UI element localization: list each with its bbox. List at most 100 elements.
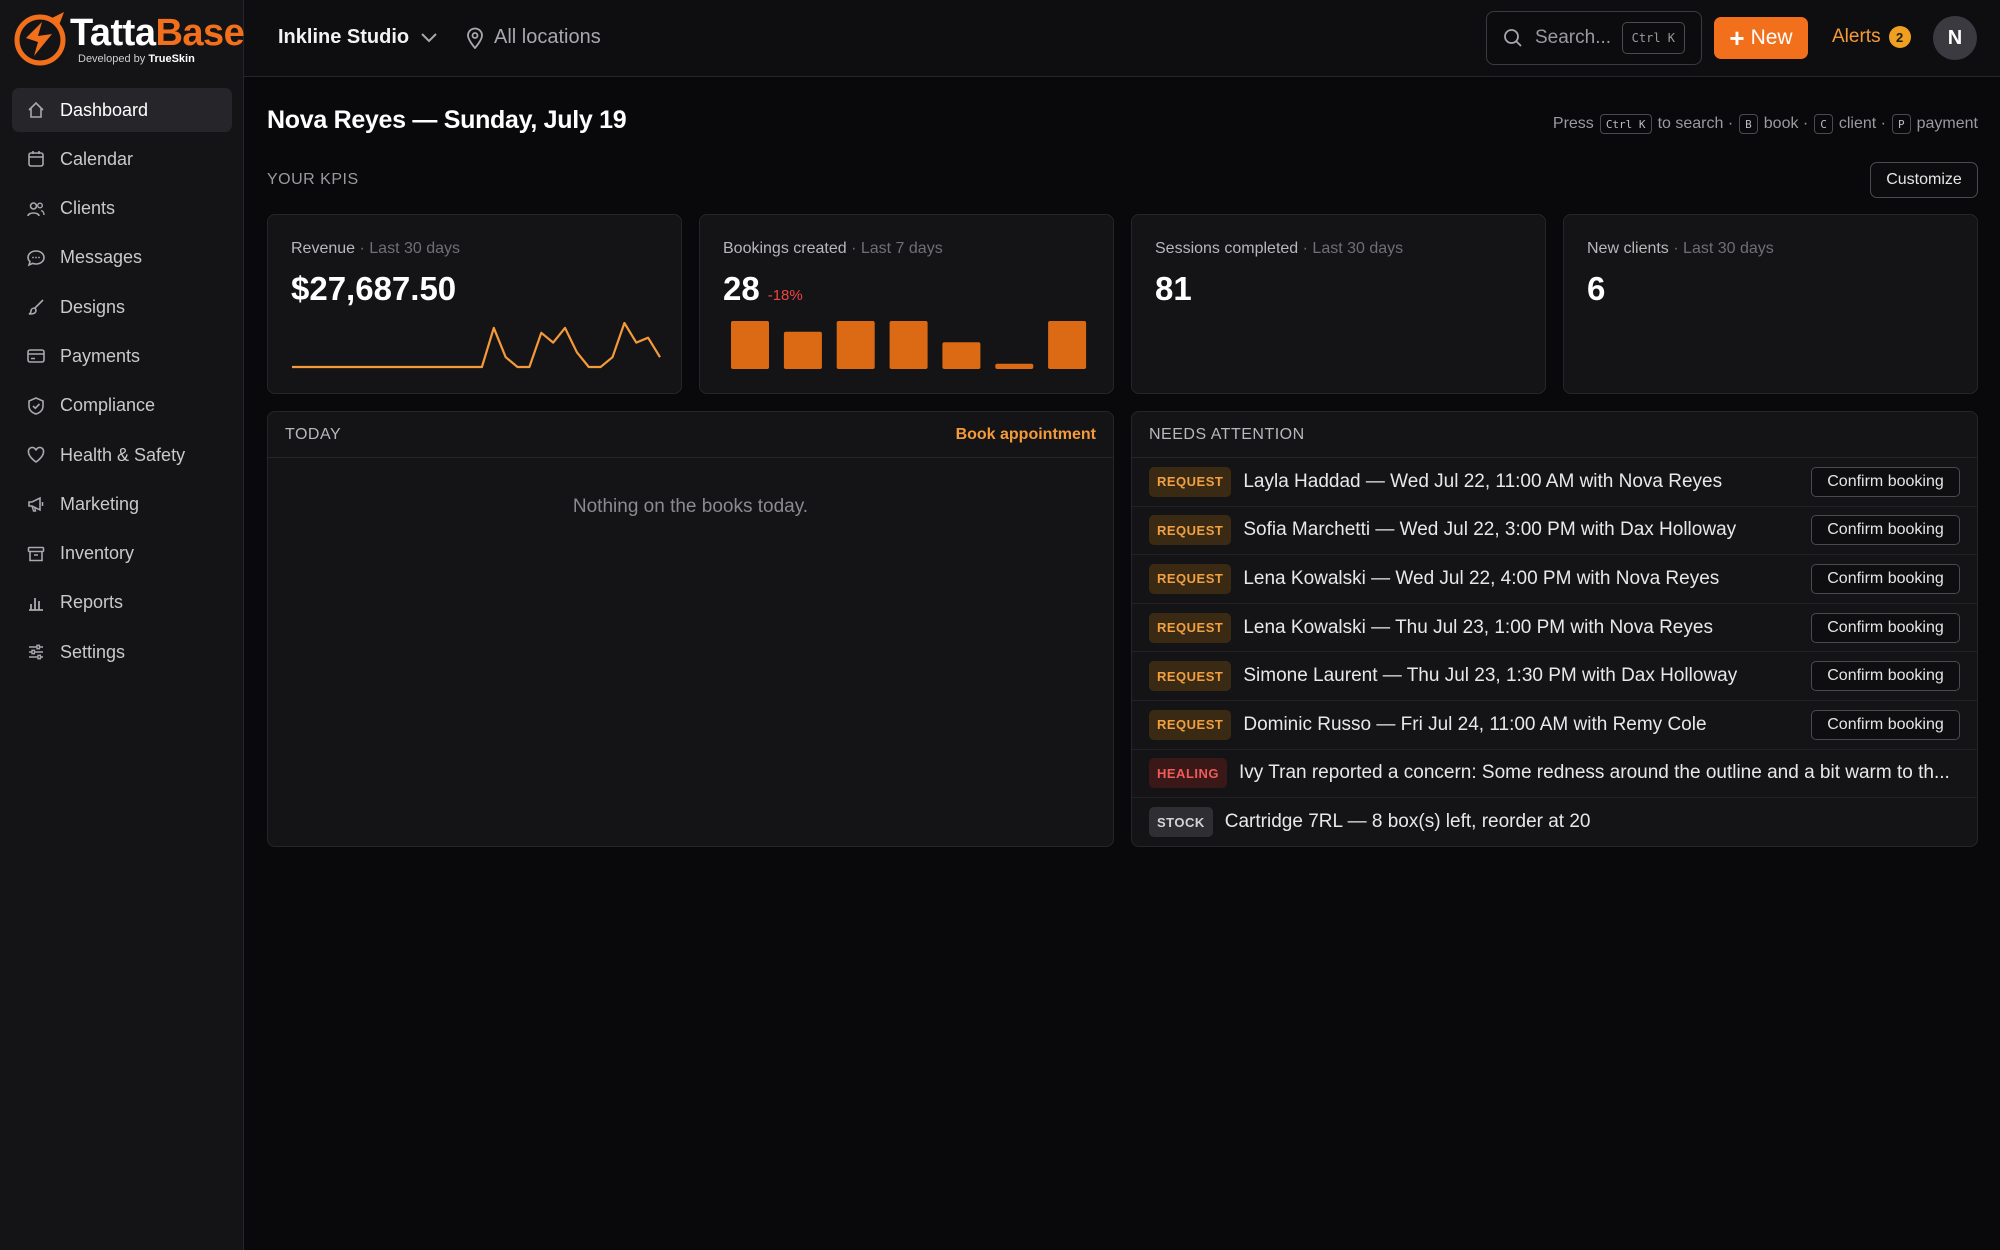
sidebar-item-health-safety[interactable]: Health & Safety	[12, 433, 232, 477]
kpi-label: New clients · Last 30 days	[1587, 240, 1774, 257]
attention-item-text: Ivy Tran reported a concern: Some rednes…	[1239, 762, 1950, 784]
attention-item[interactable]: REQUEST Simone Laurent — Thu Jul 23, 1:30…	[1132, 652, 1977, 701]
shortcut-text: payment	[1916, 115, 1978, 132]
locations-label: All locations	[494, 26, 601, 48]
sidebar: TattaBase Developed by TrueSkin Dashboar…	[0, 0, 245, 1250]
sidebar-item-clients[interactable]: Clients	[12, 187, 232, 231]
attention-title: NEEDS ATTENTION	[1149, 425, 1305, 443]
today-title: TODAY	[285, 425, 342, 443]
sidebar-nav: Dashboard Calendar Clients Messages Designs P…	[12, 88, 232, 680]
sidebar-item-label: Health & Safety	[60, 444, 186, 465]
search-shortcut-hint: Ctrl K	[1621, 22, 1685, 54]
shortcut-key: C	[1814, 114, 1833, 134]
search-placeholder: Search...	[1535, 27, 1612, 48]
attention-item-text: Dominic Russo — Fri Jul 24, 11:00 AM wit…	[1243, 713, 1707, 735]
kpis-section-label: YOUR KPIS	[267, 171, 359, 188]
alerts-button[interactable]: Alerts 2	[1832, 26, 1911, 48]
confirm-booking-button[interactable]: Confirm booking	[1811, 466, 1960, 497]
attention-item[interactable]: REQUEST Layla Haddad — Wed Jul 22, 11:00 …	[1132, 458, 1977, 507]
needs-attention-panel: NEEDS ATTENTION REQUEST Layla Haddad — We…	[1131, 411, 1978, 847]
booking-bar	[889, 321, 928, 369]
kpi-label: Revenue · Last 30 days	[291, 240, 460, 257]
confirm-booking-button[interactable]: Confirm booking	[1811, 612, 1960, 643]
kpi-label: Sessions completed · Last 30 days	[1155, 240, 1404, 257]
attention-item-text: Lena Kowalski — Thu Jul 23, 1:00 PM with…	[1243, 616, 1713, 638]
sidebar-item-dashboard[interactable]: Dashboard	[12, 88, 232, 132]
revenue-sparkline-line	[292, 321, 661, 369]
shield-icon	[28, 396, 44, 415]
home-icon	[28, 101, 44, 118]
attention-item[interactable]: STOCK Cartridge 7RL — 8 box(s) left, reor…	[1132, 798, 1977, 846]
booking-bar	[783, 331, 822, 369]
sidebar-item-label: Reports	[60, 592, 124, 613]
revenue-sparkline	[292, 321, 661, 369]
sidebar-item-reports[interactable]: Reports	[12, 581, 232, 625]
request-tag: REQUEST	[1149, 466, 1232, 497]
attention-item[interactable]: REQUEST Dominic Russo — Fri Jul 24, 11:00…	[1132, 701, 1977, 750]
sidebar-item-compliance[interactable]: Compliance	[12, 384, 232, 428]
sidebar-item-label: Messages	[60, 247, 143, 268]
shortcut-text: book ·	[1763, 115, 1809, 132]
kpi-value: 81	[1155, 270, 1192, 307]
topbar: Inkline Studio All locations Search... C…	[244, 0, 2000, 77]
keyboard-shortcuts-hint: Press Ctrl K to search · B book · C clie…	[1553, 114, 1978, 134]
user-avatar[interactable]: N	[1933, 16, 1977, 60]
new-button[interactable]: + New	[1714, 17, 1808, 59]
request-tag: REQUEST	[1149, 612, 1232, 643]
attention-item-text: Simone Laurent — Thu Jul 23, 1:30 PM wit…	[1243, 665, 1738, 687]
confirm-booking-button[interactable]: Confirm booking	[1811, 709, 1960, 740]
attention-list: REQUEST Layla Haddad — Wed Jul 22, 11:00 …	[1132, 458, 1977, 846]
sidebar-item-marketing[interactable]: Marketing	[12, 482, 232, 526]
sidebar-item-calendar[interactable]: Calendar	[12, 137, 232, 181]
megaphone-icon	[28, 497, 44, 513]
search-input[interactable]: Search... Ctrl K	[1486, 11, 1702, 65]
attention-item[interactable]: REQUEST Sofia Marchetti — Wed Jul 22, 3:0…	[1132, 507, 1977, 556]
kpi-card-revenue[interactable]: Revenue · Last 30 days $27,687.50	[267, 214, 682, 394]
plus-icon: +	[1729, 23, 1745, 53]
sidebar-item-settings[interactable]: Settings	[12, 630, 232, 674]
credit-card-icon	[27, 349, 45, 364]
kpi-card-new-clients[interactable]: New clients · Last 30 days 6	[1563, 214, 1978, 394]
bar-chart-icon	[29, 597, 43, 611]
attention-item-text: Sofia Marchetti — Wed Jul 22, 3:00 PM wi…	[1243, 519, 1737, 541]
attention-item[interactable]: REQUEST Lena Kowalski — Thu Jul 23, 1:00 …	[1132, 604, 1977, 653]
confirm-booking-button[interactable]: Confirm booking	[1811, 515, 1960, 546]
studio-selector[interactable]: Inkline Studio	[278, 26, 437, 49]
attention-item[interactable]: HEALING Ivy Tran reported a concern: Some…	[1132, 750, 1977, 799]
booking-bar	[731, 321, 769, 369]
map-pin-icon	[467, 27, 483, 49]
logo-tagline: Developed by TrueSkin	[78, 53, 195, 65]
sidebar-item-label: Compliance	[60, 395, 156, 416]
sidebar-item-inventory[interactable]: Inventory	[12, 532, 232, 576]
sidebar-item-messages[interactable]: Messages	[12, 236, 232, 280]
stock-tag: STOCK	[1149, 807, 1213, 838]
attention-item[interactable]: REQUEST Lena Kowalski — Wed Jul 22, 4:00 …	[1132, 555, 1977, 604]
sidebar-item-label: Calendar	[60, 148, 134, 169]
bookings-bar-chart	[731, 321, 1087, 369]
sidebar-item-payments[interactable]: Payments	[12, 334, 232, 378]
kpi-card-sessions[interactable]: Sessions completed · Last 30 days 81	[1131, 214, 1546, 394]
book-appointment-link[interactable]: Book appointment	[956, 426, 1096, 444]
shortcut-text: to search ·	[1657, 115, 1734, 132]
kpi-card-bookings[interactable]: Bookings created · Last 7 days 28 -18%	[699, 214, 1114, 394]
confirm-booking-button[interactable]: Confirm booking	[1811, 661, 1960, 692]
kpi-delta: -18%	[767, 287, 803, 304]
sidebar-item-designs[interactable]: Designs	[12, 285, 232, 329]
sidebar-item-label: Clients	[60, 198, 116, 219]
logo[interactable]: TattaBase Developed by TrueSkin	[12, 8, 245, 68]
confirm-booking-button[interactable]: Confirm booking	[1811, 563, 1960, 594]
location-selector[interactable]: All locations	[466, 26, 601, 49]
sliders-icon	[29, 644, 43, 660]
search-icon	[1504, 29, 1522, 47]
customize-button[interactable]: Customize	[1870, 162, 1978, 198]
booking-bar	[995, 363, 1034, 369]
kpi-label: Bookings created · Last 7 days	[723, 240, 943, 257]
alerts-label: Alerts	[1832, 26, 1881, 47]
sidebar-item-label: Payments	[60, 345, 141, 366]
request-tag: REQUEST	[1149, 563, 1232, 594]
attention-item-text: Layla Haddad — Wed Jul 22, 11:00 AM with…	[1243, 470, 1723, 492]
today-panel: TODAY Book appointment Nothing on the bo…	[267, 411, 1114, 847]
kpi-value: $27,687.50	[291, 270, 457, 307]
attention-header: NEEDS ATTENTION	[1132, 412, 1977, 458]
shortcut-key: P	[1892, 114, 1911, 134]
